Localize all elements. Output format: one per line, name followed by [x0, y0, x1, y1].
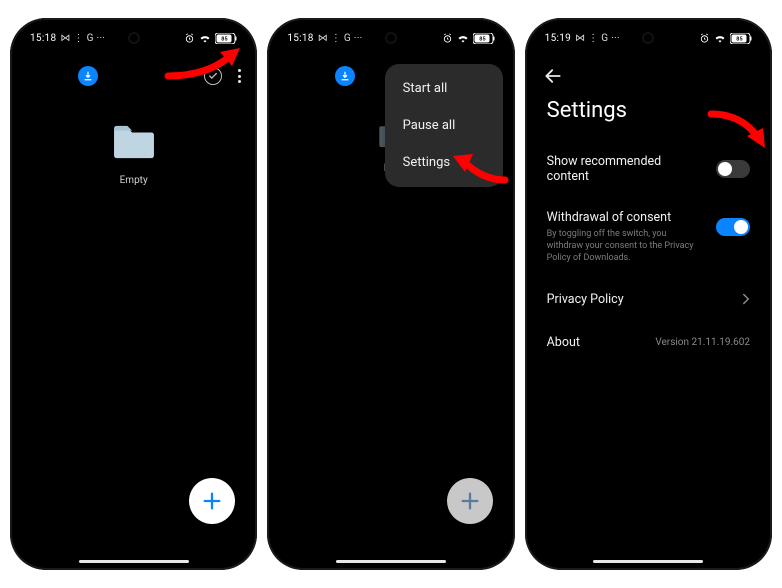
phone-1: 15:18 ⋈ ⋮ G ··· 85 [10, 18, 257, 570]
home-indicator[interactable] [336, 560, 446, 563]
folder-icon [111, 123, 157, 161]
back-button[interactable] [543, 66, 563, 90]
toggle-show-recommended[interactable] [716, 160, 750, 178]
phone-2: 15:18 ⋈ ⋮ G ··· 85 Emp Start all Pause a… [267, 18, 514, 570]
phone-3: 15:19 ⋈ ⋮ G ··· 85 Settings Show recomme… [525, 18, 772, 570]
svg-text:85: 85 [222, 36, 229, 42]
select-mode-button[interactable] [204, 67, 222, 85]
row-privacy-policy[interactable]: Privacy Policy [547, 278, 750, 323]
overflow-menu: Start all Pause all Settings [385, 64, 503, 187]
battery-icon: 85 [473, 33, 495, 44]
home-indicator[interactable] [593, 560, 703, 563]
folder-block[interactable]: Empty [111, 123, 157, 186]
about-version: Version 21.11.19.602 [655, 337, 750, 348]
row-title: Show recommended content [547, 154, 705, 184]
row-title: Withdrawal of consent [547, 210, 704, 225]
alarm-icon [442, 33, 453, 44]
svg-text:85: 85 [479, 36, 486, 42]
chevron-right-icon [742, 290, 750, 309]
row-about[interactable]: About Version 21.11.19.602 [547, 323, 750, 364]
camera-hole [642, 32, 654, 44]
row-title: Privacy Policy [547, 292, 624, 307]
row-title: About [547, 335, 580, 350]
download-indicator-icon[interactable] [335, 66, 355, 86]
wifi-icon [714, 33, 726, 43]
camera-hole [385, 32, 397, 44]
svg-text:85: 85 [736, 36, 743, 42]
fab-add-button[interactable] [447, 478, 493, 524]
home-indicator[interactable] [79, 560, 189, 563]
toggle-withdrawal-consent[interactable] [716, 218, 750, 236]
status-time: 15:19 [545, 33, 571, 44]
settings-list: Show recommended content Withdrawal of c… [547, 142, 750, 364]
overflow-menu-button[interactable] [238, 69, 241, 83]
status-time: 15:18 [30, 33, 56, 44]
battery-icon: 85 [730, 33, 752, 44]
fab-add-button[interactable] [189, 478, 235, 524]
wifi-icon [457, 33, 469, 43]
status-time: 15:18 [287, 33, 313, 44]
wifi-icon [199, 33, 211, 43]
status-left-indicators: ⋈ ⋮ G ··· [60, 33, 105, 44]
menu-item-pause-all[interactable]: Pause all [385, 107, 503, 144]
page-title: Settings [547, 98, 627, 123]
camera-hole [128, 32, 140, 44]
battery-icon: 85 [215, 33, 237, 44]
menu-item-settings[interactable]: Settings [385, 144, 503, 181]
status-left-indicators: ⋈ ⋮ G ··· [318, 33, 363, 44]
downloads-toolbar [10, 58, 257, 94]
row-show-recommended[interactable]: Show recommended content [547, 142, 750, 198]
menu-item-start-all[interactable]: Start all [385, 70, 503, 107]
download-indicator-icon[interactable] [78, 66, 98, 86]
row-subtitle: By toggling off the switch, you withdraw… [547, 228, 704, 264]
status-left-indicators: ⋈ ⋮ G ··· [575, 33, 620, 44]
row-withdrawal-consent[interactable]: Withdrawal of consent By toggling off th… [547, 198, 750, 278]
alarm-icon [184, 33, 195, 44]
alarm-icon [699, 33, 710, 44]
folder-label: Empty [111, 175, 157, 186]
